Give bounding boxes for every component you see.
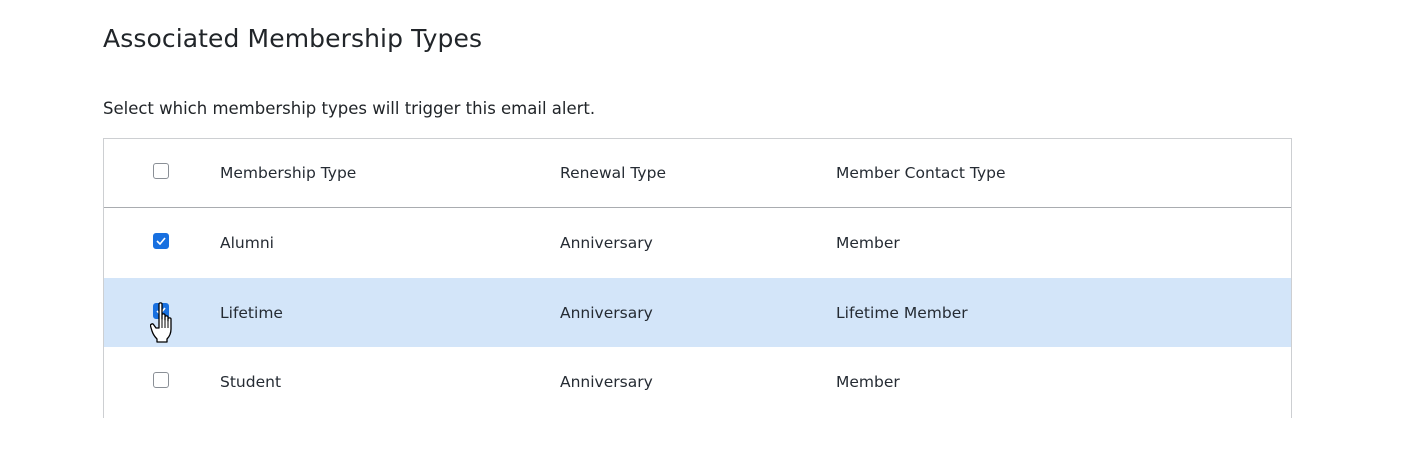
column-header-membership-type[interactable]: Membership Type — [220, 139, 356, 207]
row-select-cell — [153, 278, 173, 347]
renewal-type-cell: Anniversary — [560, 372, 653, 391]
grid-header-row: Membership Type Renewal Type Member Cont… — [104, 139, 1291, 208]
row-checkbox[interactable] — [153, 302, 169, 319]
section-description: Select which membership types will trigg… — [103, 99, 596, 118]
membership-type-cell: Alumni — [220, 233, 274, 252]
column-header-renewal-type[interactable]: Renewal Type — [560, 139, 666, 207]
checkmark-icon — [156, 306, 166, 315]
row-checkbox[interactable] — [153, 371, 169, 388]
row-checkbox[interactable] — [153, 232, 169, 249]
member-contact-type-cell: Member — [836, 233, 900, 252]
row-select-cell — [153, 208, 173, 277]
column-header-member-contact-type[interactable]: Member Contact Type — [836, 139, 1006, 207]
checkmark-icon — [156, 236, 166, 245]
membership-types-grid: Membership Type Renewal Type Member Cont… — [103, 138, 1292, 418]
select-all-cell — [153, 139, 173, 207]
row-select-cell — [153, 347, 173, 416]
renewal-type-cell: Anniversary — [560, 303, 653, 322]
membership-type-cell: Lifetime — [220, 303, 283, 322]
membership-type-cell: Student — [220, 372, 282, 391]
member-contact-type-cell: Lifetime Member — [836, 303, 968, 322]
table-row[interactable]: Student Anniversary Member — [104, 347, 1291, 416]
select-all-checkbox[interactable] — [153, 163, 169, 179]
member-contact-type-cell: Member — [836, 372, 900, 391]
table-row[interactable]: Lifetime Anniversary Lifetime Member — [104, 278, 1291, 347]
table-row[interactable]: Alumni Anniversary Member — [104, 208, 1291, 277]
section-title: Associated Membership Types — [103, 24, 483, 53]
renewal-type-cell: Anniversary — [560, 233, 653, 252]
